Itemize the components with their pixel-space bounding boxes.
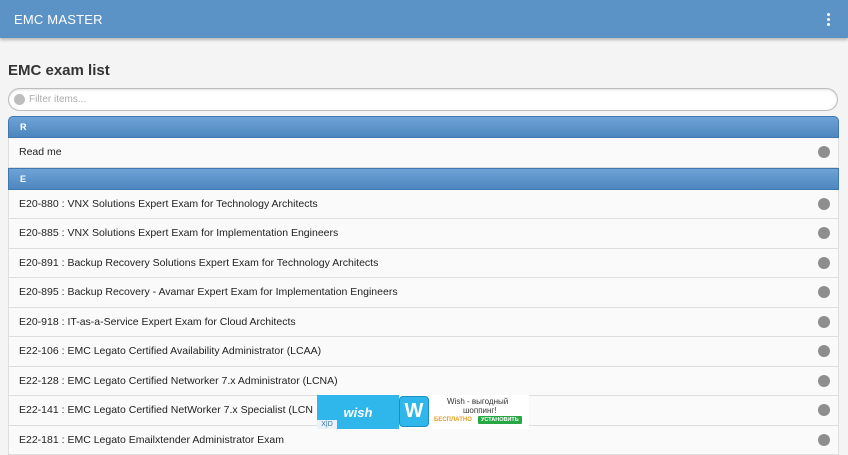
list-item-label: E22-181 : EMC Legato Emailxtender Admini… — [19, 434, 284, 446]
list-item[interactable]: E22-106 : EMC Legato Certified Availabil… — [8, 337, 839, 367]
section-divider-e: E — [8, 168, 839, 190]
list-item-label: Read me — [19, 146, 62, 158]
list-item[interactable]: E20-895 : Backup Recovery - Avamar Exper… — [8, 278, 839, 308]
filter-field[interactable] — [8, 88, 838, 111]
list-item[interactable]: E20-880 : VNX Solutions Expert Exam for … — [8, 190, 839, 220]
list-item-label: E20-880 : VNX Solutions Expert Exam for … — [19, 198, 318, 210]
list-item[interactable]: E20-885 : VNX Solutions Expert Exam for … — [8, 219, 839, 249]
list-item-label: E22-141 : EMC Legato Certified NetWorker… — [19, 404, 313, 416]
chevron-icon — [818, 257, 830, 269]
list-item[interactable]: Read me — [8, 138, 839, 168]
chevron-icon — [818, 345, 830, 357]
chevron-icon — [818, 146, 830, 158]
chevron-icon — [818, 316, 830, 328]
chevron-icon — [818, 375, 830, 387]
chevron-icon — [818, 198, 830, 210]
list-item[interactable]: E20-918 : IT-as-a-Service Expert Exam fo… — [8, 308, 839, 338]
ad-subline: шоппинг! — [463, 406, 497, 415]
list-item-label: E20-891 : Backup Recovery Solutions Expe… — [19, 257, 378, 269]
app-title: EMC MASTER — [14, 12, 103, 27]
ad-headline: Wish - выгодный — [447, 397, 508, 406]
list-item-label: E22-128 : EMC Legato Certified Networker… — [19, 375, 338, 387]
list-item[interactable]: E22-128 : EMC Legato Certified Networker… — [8, 367, 839, 397]
list-item-label: E22-106 : EMC Legato Certified Availabil… — [19, 345, 321, 357]
ad-install-button[interactable]: УСТАНОВИТЬ — [478, 416, 522, 424]
page-title: EMC exam list — [8, 62, 110, 79]
chevron-icon — [818, 227, 830, 239]
section-divider-r: R — [8, 116, 839, 138]
ad-banner[interactable]: wish X|D W Wish - выгодный шоппинг! БЕСП… — [317, 395, 529, 429]
wish-logo-icon: W — [399, 396, 429, 427]
chevron-icon — [818, 404, 830, 416]
list-item-label: E20-885 : VNX Solutions Expert Exam for … — [19, 227, 338, 239]
list-item-label: E20-918 : IT-as-a-Service Expert Exam fo… — [19, 316, 296, 328]
list-item[interactable]: E20-891 : Backup Recovery Solutions Expe… — [8, 249, 839, 279]
search-icon — [14, 94, 25, 105]
ad-close-button[interactable]: X|D — [317, 420, 337, 429]
chevron-icon — [818, 286, 830, 298]
app-bar: EMC MASTER — [0, 0, 848, 38]
ad-free-label: БЕСПЛАТНО — [434, 417, 472, 423]
chevron-icon — [818, 434, 830, 446]
list-item[interactable]: E22-181 : EMC Legato Emailxtender Admini… — [8, 426, 839, 455]
overflow-menu-icon[interactable] — [822, 13, 834, 26]
filter-input[interactable] — [29, 94, 809, 105]
list-item-label: E20-895 : Backup Recovery - Avamar Exper… — [19, 286, 398, 298]
